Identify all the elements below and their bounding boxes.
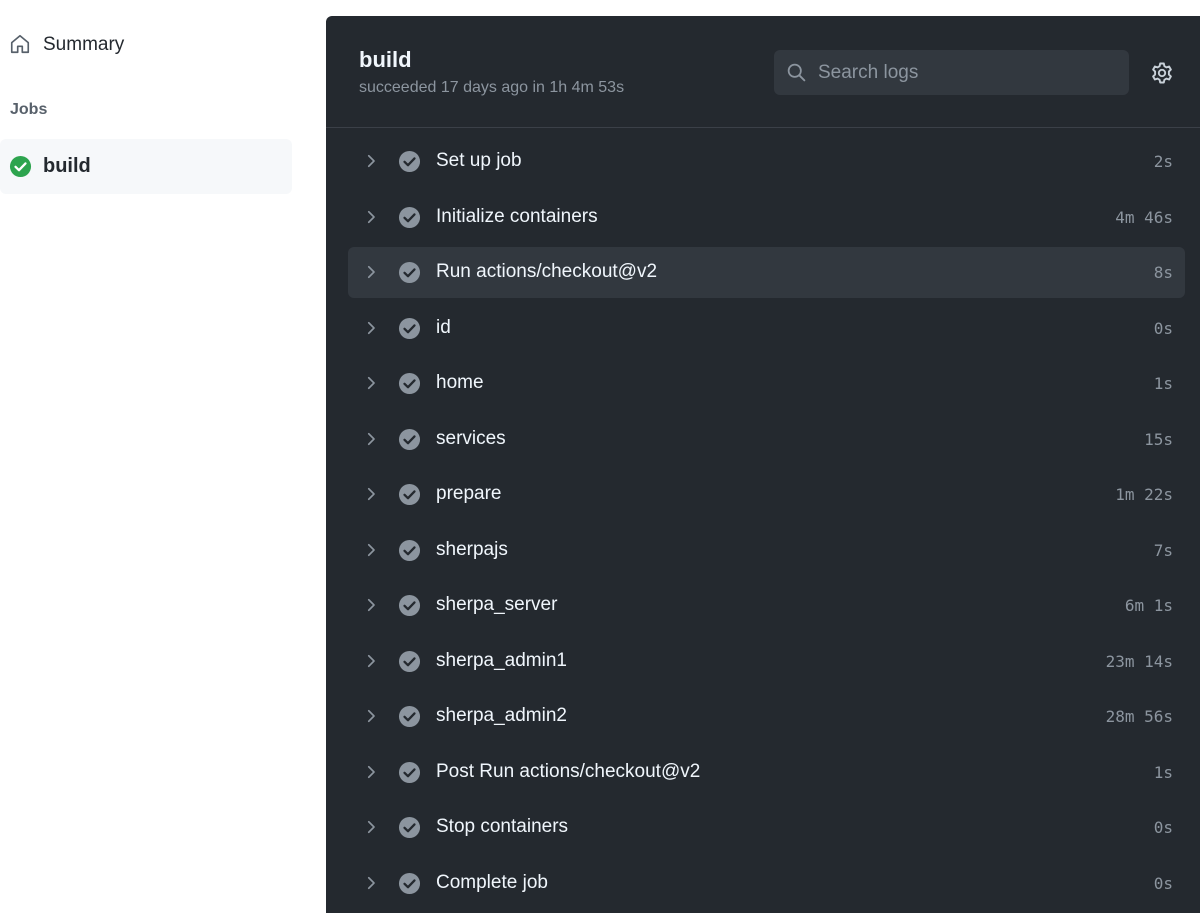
check-circle-icon [398, 206, 421, 228]
check-circle-icon [398, 483, 421, 506]
step-name: sherpajs [436, 538, 508, 560]
step-row[interactable]: prepare 1m 22s [348, 469, 1185, 520]
check-circle-icon [398, 816, 421, 839]
chevron-right-icon[interactable] [362, 152, 380, 170]
chevron-right-icon[interactable] [362, 707, 380, 725]
step-duration: 0s [1153, 818, 1173, 837]
step-name: prepare [436, 483, 502, 504]
step-duration: 4m 46s [1115, 207, 1173, 227]
chevron-right-icon[interactable] [362, 874, 380, 892]
step-duration: 1m 22s [1115, 485, 1173, 504]
jobs-heading: Jobs [10, 101, 48, 118]
step-row[interactable]: Initialize containers 4m 46s [348, 192, 1185, 243]
step-name: services [436, 427, 506, 449]
step-row[interactable]: home 1s [348, 358, 1185, 409]
step-duration: 7s [1153, 540, 1173, 560]
search-logs-box[interactable] [774, 50, 1129, 95]
home-icon [10, 34, 30, 54]
step-name: id [436, 316, 451, 338]
step-name: home [436, 372, 484, 393]
step-name: Post Run actions/checkout@v2 [436, 760, 701, 782]
chevron-right-icon[interactable] [362, 263, 380, 281]
step-row[interactable]: Set up job 2s [348, 136, 1185, 187]
step-duration: 1s [1153, 374, 1173, 393]
step-row[interactable]: sherpa_admin1 23m 14s [348, 636, 1185, 687]
check-circle-icon [398, 261, 421, 284]
step-name: Complete job [436, 871, 548, 893]
step-row[interactable]: Stop containers 0s [348, 802, 1185, 853]
chevron-right-icon[interactable] [362, 818, 380, 836]
step-duration: 23m 14s [1105, 651, 1173, 671]
step-duration: 28m 56s [1105, 707, 1173, 726]
chevron-right-icon[interactable] [362, 319, 380, 337]
search-icon [787, 63, 806, 82]
chevron-right-icon[interactable] [362, 652, 380, 670]
chevron-right-icon[interactable] [362, 485, 380, 503]
step-row[interactable]: id 0s [348, 303, 1185, 354]
check-circle-icon [398, 594, 421, 617]
step-duration: 1s [1153, 762, 1173, 782]
step-row[interactable]: sherpa_server 6m 1s [348, 580, 1185, 631]
step-duration: 6m 1s [1124, 596, 1173, 615]
check-circle-icon [398, 650, 421, 672]
step-name: Run actions/checkout@v2 [436, 261, 658, 282]
gear-icon[interactable] [1150, 61, 1174, 85]
job-title: build [359, 47, 412, 72]
check-circle-icon [398, 705, 421, 728]
step-row[interactable]: services 15s [348, 414, 1185, 465]
sidebar-job-build[interactable]: build [0, 139, 292, 194]
job-label: build [43, 155, 91, 177]
steps-list: Set up job 2s Initialize containers 4m 46s R… [348, 136, 1185, 913]
check-circle-icon [398, 539, 421, 561]
step-duration: 8s [1153, 263, 1173, 282]
check-circle-icon [398, 150, 421, 173]
step-row[interactable]: Post Run actions/checkout@v2 1s [348, 747, 1185, 798]
step-row[interactable]: Run actions/checkout@v2 8s [348, 247, 1185, 298]
check-circle-fill-icon [9, 155, 32, 178]
job-header: build succeeded 17 days ago in 1h 4m 53s [326, 16, 1200, 128]
step-duration: 2s [1153, 152, 1173, 171]
check-circle-icon [398, 317, 421, 339]
job-status-text: succeeded 17 days ago in 1h 4m 53s [359, 79, 625, 96]
step-row[interactable]: Complete job 0s [348, 858, 1185, 909]
chevron-right-icon[interactable] [362, 763, 380, 781]
step-duration: 0s [1153, 318, 1173, 338]
search-logs-input[interactable] [818, 50, 1118, 95]
check-circle-icon [398, 372, 421, 395]
chevron-right-icon[interactable] [362, 374, 380, 392]
summary-label: Summary [43, 34, 125, 55]
step-name: sherpa_admin2 [436, 705, 567, 726]
step-name: sherpa_admin1 [436, 649, 567, 671]
chevron-right-icon[interactable] [362, 596, 380, 614]
check-circle-icon [398, 761, 421, 783]
step-duration: 0s [1153, 873, 1173, 893]
step-row[interactable]: sherpa_admin2 28m 56s [348, 691, 1185, 742]
check-circle-icon [398, 872, 421, 894]
step-duration: 15s [1144, 429, 1173, 449]
chevron-right-icon[interactable] [362, 208, 380, 226]
check-circle-icon [398, 428, 421, 450]
sidebar: Summary Jobs build [0, 0, 300, 913]
step-row[interactable]: sherpajs 7s [348, 525, 1185, 576]
chevron-right-icon[interactable] [362, 541, 380, 559]
chevron-right-icon[interactable] [362, 430, 380, 448]
step-name: sherpa_server [436, 594, 558, 615]
step-name: Initialize containers [436, 205, 598, 227]
step-name: Set up job [436, 150, 522, 171]
job-log-panel: build succeeded 17 days ago in 1h 4m 53s… [326, 16, 1200, 913]
step-name: Stop containers [436, 816, 569, 837]
summary-link[interactable]: Summary [0, 22, 292, 68]
